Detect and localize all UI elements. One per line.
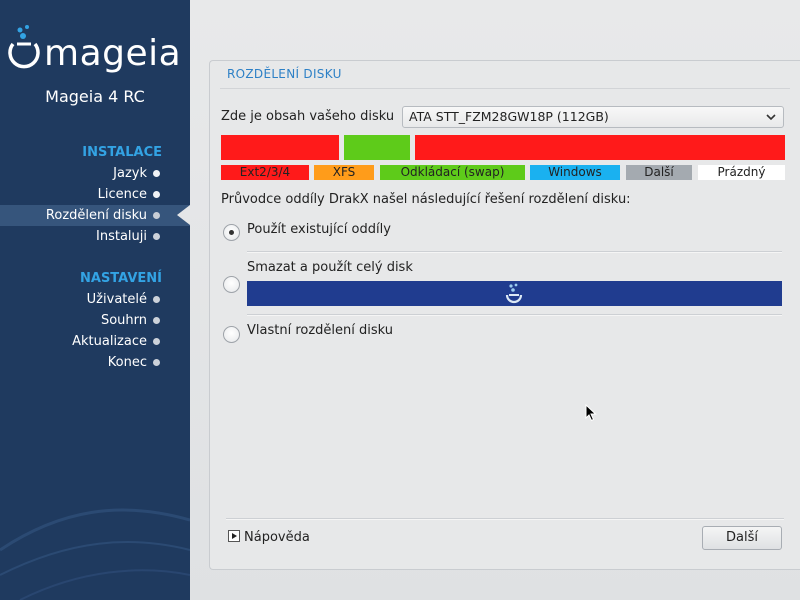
option-custom-partitioning-label[interactable]: Vlastní rozdělení disku bbox=[247, 323, 393, 338]
step-dot-icon bbox=[153, 191, 160, 198]
partitioning-panel: ROZDĚLENÍ DISKU Zde je obsah vašeho disk… bbox=[209, 60, 800, 570]
legend-other: Další bbox=[626, 165, 692, 180]
nav-item-aktualizace: Aktualizace bbox=[0, 331, 190, 352]
mageia-cauldron-icon bbox=[505, 283, 523, 304]
chevron-down-icon bbox=[766, 114, 776, 121]
step-dot-icon bbox=[153, 170, 160, 177]
step-dot-icon bbox=[153, 338, 160, 345]
step-dot-icon bbox=[153, 317, 160, 324]
nav-item-label: Rozdělení disku bbox=[45, 208, 147, 223]
nav-item-label: Licence bbox=[97, 187, 147, 202]
active-pointer-icon bbox=[177, 205, 190, 225]
option-use-existing-label[interactable]: Použít existující oddíly bbox=[247, 222, 391, 237]
version-label: Mageia 4 RC bbox=[45, 87, 145, 106]
wizard-description: Průvodce oddíly DrakX našel následující … bbox=[221, 192, 631, 207]
logo-text: mageia bbox=[44, 33, 182, 74]
disk-select[interactable]: ATA STT_FZM28GW18P (112GB) bbox=[402, 106, 784, 128]
legend-windows: Windows bbox=[530, 165, 620, 180]
sidebar: mageia Mageia 4 RC INSTALACE Jazyk Licen… bbox=[0, 0, 190, 600]
nav-item-label: Aktualizace bbox=[72, 334, 147, 349]
option-erase-disk-label[interactable]: Smazat a použít celý disk bbox=[247, 260, 413, 275]
legend-ext: Ext2/3/4 bbox=[221, 165, 309, 180]
nav-item-konec: Konec bbox=[0, 352, 190, 373]
legend-xfs: XFS bbox=[314, 165, 374, 180]
nav-item-uzivatele: Uživatelé bbox=[0, 289, 190, 310]
radio-use-existing[interactable] bbox=[223, 224, 240, 241]
disk-select-value: ATA STT_FZM28GW18P (112GB) bbox=[409, 109, 609, 124]
option-divider bbox=[247, 251, 782, 253]
nav-item-jazyk: Jazyk bbox=[0, 163, 190, 184]
panel-title: ROZDĚLENÍ DISKU bbox=[227, 67, 342, 81]
title-divider bbox=[220, 88, 790, 89]
help-label: Nápověda bbox=[244, 530, 310, 545]
mageia-cauldron-icon bbox=[8, 25, 40, 69]
sidebar-swirl-decoration bbox=[0, 508, 190, 600]
partition-ext-2[interactable] bbox=[415, 135, 785, 160]
nav-item-label: Konec bbox=[107, 355, 147, 370]
step-dot-icon bbox=[153, 296, 160, 303]
nav-item-label: Jazyk bbox=[113, 166, 147, 181]
nav-item-label: Uživatelé bbox=[86, 292, 147, 307]
step-dot-icon bbox=[153, 359, 160, 366]
partition-swap[interactable] bbox=[344, 135, 410, 160]
radio-erase-disk[interactable] bbox=[223, 276, 240, 293]
nav-section-nastaveni: NASTAVENÍ bbox=[80, 271, 162, 286]
disk-label: Zde je obsah vašeho disku bbox=[221, 109, 395, 124]
nav-item-souhrn: Souhrn bbox=[0, 310, 190, 331]
help-toggle[interactable]: Nápověda bbox=[228, 530, 310, 545]
bottom-divider bbox=[226, 518, 784, 520]
legend-swap: Odkládací (swap) bbox=[380, 165, 525, 180]
expand-arrow-icon bbox=[228, 530, 240, 542]
nav-item-instaluji: Instaluji bbox=[0, 226, 190, 247]
nav-item-licence: Licence bbox=[0, 184, 190, 205]
nav-section-instalace: INSTALACE bbox=[82, 145, 162, 160]
step-dot-icon bbox=[153, 233, 160, 240]
nav-item-label: Instaluji bbox=[96, 229, 147, 244]
radio-custom-partitioning[interactable] bbox=[223, 326, 240, 343]
legend-empty: Prázdný bbox=[698, 165, 785, 180]
erase-disk-preview-bar bbox=[247, 281, 782, 306]
option-divider bbox=[247, 314, 782, 316]
partition-ext-1[interactable] bbox=[221, 135, 339, 160]
nav-item-label: Souhrn bbox=[100, 313, 147, 328]
nav-item-rozdeleni-disku: Rozdělení disku bbox=[0, 205, 190, 226]
mouse-pointer-icon bbox=[585, 404, 597, 422]
next-button[interactable]: Další bbox=[702, 526, 782, 550]
step-dot-icon bbox=[153, 212, 160, 219]
